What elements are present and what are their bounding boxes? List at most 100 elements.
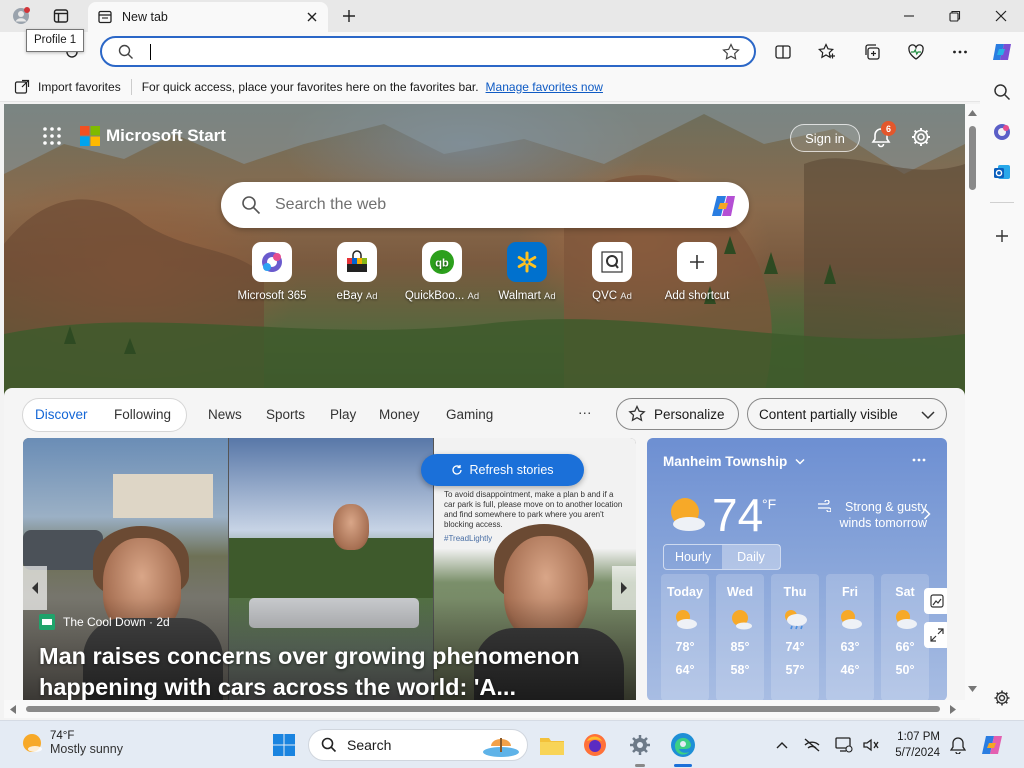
system-clock[interactable]: 1:07 PM 5/7/2024	[880, 729, 940, 761]
import-favorites-button[interactable]: Import favorites	[14, 79, 121, 95]
close-window-button[interactable]	[978, 0, 1024, 32]
firefox-button[interactable]	[581, 731, 609, 759]
page-settings-button[interactable]	[910, 126, 932, 148]
forecast-day[interactable]: Thu 74° 57°	[771, 574, 819, 700]
new-tab-button[interactable]	[326, 0, 372, 32]
profile-button[interactable]	[0, 0, 42, 32]
forecast-day[interactable]: Wed 85° 58°	[716, 574, 764, 700]
copilot-icon	[993, 44, 1011, 60]
favorites-icon	[818, 43, 835, 59]
close-icon	[995, 10, 1007, 22]
tab-actions-button[interactable]	[38, 0, 84, 32]
network-button[interactable]	[798, 731, 826, 759]
day-high: 78°	[675, 640, 695, 654]
toolbar	[0, 32, 1024, 72]
plus-icon	[996, 230, 1008, 242]
weather-location[interactable]: Manheim Township	[663, 454, 805, 469]
forecast-toggle: Hourly Daily	[663, 544, 781, 570]
taskbar-weather-widget[interactable]: 74°F Mostly sunny	[20, 730, 123, 756]
copilot-taskbar-button[interactable]	[978, 731, 1006, 759]
weather-expand-button[interactable]	[924, 622, 947, 648]
forecast-day[interactable]: Today 78° 64°	[661, 574, 709, 700]
carousel-next-button[interactable]	[612, 566, 636, 610]
sidebar-copilot-button[interactable]	[990, 120, 1014, 144]
chevron-right-icon[interactable]	[923, 508, 931, 520]
refresh-stories-button[interactable]: Refresh stories	[421, 454, 584, 486]
minimize-button[interactable]	[886, 0, 932, 32]
address-bar[interactable]	[100, 36, 756, 67]
forecast-day[interactable]: Fri 63° 46°	[826, 574, 874, 700]
personalize-button[interactable]: Personalize	[616, 398, 739, 430]
tab-sports[interactable]: Sports	[266, 407, 305, 422]
story-headline[interactable]: Man raises concerns over growing phenome…	[39, 641, 619, 700]
shortcut-qvc[interactable]: QVC Ad	[569, 242, 655, 302]
sidebar-outlook-button[interactable]	[990, 160, 1014, 184]
more-tabs-button[interactable]: ···	[578, 405, 592, 420]
shortcut-walmart[interactable]: Walmart Ad	[484, 242, 570, 302]
web-search-input[interactable]: Search the web	[221, 182, 749, 228]
heartbeat-icon	[908, 44, 924, 60]
display-button[interactable]	[830, 731, 858, 759]
scroll-right-icon	[950, 705, 956, 714]
tab-new-tab[interactable]: New tab	[88, 2, 328, 32]
weather-alert[interactable]: Strong & gusty winds tomorrow	[817, 499, 927, 531]
microsoft-365-icon	[262, 252, 282, 272]
taskbar-search[interactable]: Search	[308, 729, 528, 761]
story-source[interactable]: The Cool Down · 2d	[39, 614, 170, 630]
more-icon[interactable]	[912, 458, 926, 462]
tab-money[interactable]: Money	[379, 407, 420, 422]
shortcut-ebay[interactable]: eBay Ad	[314, 242, 400, 302]
vertical-scrollbar[interactable]	[965, 104, 980, 700]
tab-discover[interactable]: Discover	[35, 407, 88, 422]
notification-badge: 6	[881, 121, 896, 136]
close-tab-icon[interactable]	[306, 11, 318, 23]
forecast-day[interactable]: Sat 66° 50°	[881, 574, 929, 700]
partly-sunny-icon	[841, 610, 862, 629]
day-high: 66°	[895, 640, 915, 654]
manage-favorites-link[interactable]: Manage favorites now	[486, 80, 603, 94]
copilot-icon[interactable]	[709, 192, 739, 220]
temperature-unit[interactable]: °F	[762, 496, 776, 512]
start-button[interactable]	[270, 731, 298, 759]
vertical-scroll-thumb[interactable]	[969, 126, 976, 190]
new-tab-page-icon	[98, 10, 112, 24]
notification-center-button[interactable]	[944, 731, 972, 759]
split-screen-button[interactable]	[771, 40, 795, 64]
daily-tab[interactable]: Daily	[722, 545, 780, 569]
browser-essentials-button[interactable]	[904, 40, 928, 64]
content-visibility-dropdown[interactable]: Content partially visible	[747, 398, 947, 430]
settings-button[interactable]	[626, 731, 654, 767]
mostly-sunny-icon	[732, 610, 752, 630]
weather-card[interactable]: Manheim Township 74 °F Strong & gusty wi…	[647, 438, 947, 700]
add-shortcut-button[interactable]: Add shortcut	[654, 242, 740, 302]
tab-play[interactable]: Play	[330, 407, 356, 422]
tab-news[interactable]: News	[208, 407, 242, 422]
edge-button[interactable]	[669, 731, 697, 767]
new-tab-page: Microsoft Start Sign in 6 Search the web…	[4, 104, 965, 700]
show-hidden-icons-button[interactable]	[768, 731, 796, 759]
more-menu-button[interactable]	[948, 40, 972, 64]
shortcut-microsoft-365[interactable]: Microsoft 365	[229, 242, 315, 302]
tab-gaming[interactable]: Gaming	[446, 407, 493, 422]
sign-in-button[interactable]: Sign in	[790, 124, 860, 152]
horizontal-scrollbar[interactable]	[4, 700, 980, 718]
hourly-tab[interactable]: Hourly	[664, 545, 722, 569]
top-story-card[interactable]: onal Park may be To avoid disappointment…	[23, 438, 636, 700]
favorite-star-icon[interactable]	[722, 43, 740, 61]
tab-following[interactable]: Following	[114, 407, 171, 422]
microsoft-start-logo[interactable]: Microsoft Start	[42, 126, 226, 146]
sidebar-settings-button[interactable]	[990, 686, 1014, 710]
taskbar-weather-condition: Mostly sunny	[50, 742, 123, 756]
file-explorer-button[interactable]	[538, 731, 566, 759]
shortcut-quickbooks[interactable]: qb QuickBoo... Ad	[399, 242, 485, 302]
favorites-button[interactable]	[815, 40, 839, 64]
sidebar-search-button[interactable]	[990, 80, 1014, 104]
more-icon	[953, 50, 967, 54]
copilot-button[interactable]	[990, 40, 1014, 64]
collections-button[interactable]	[860, 40, 884, 64]
sidebar-add-button[interactable]	[990, 224, 1014, 248]
restore-button[interactable]	[932, 0, 978, 32]
horizontal-scroll-thumb[interactable]	[26, 706, 940, 712]
carousel-prev-button[interactable]	[23, 566, 47, 610]
weather-open-button[interactable]	[924, 588, 947, 614]
